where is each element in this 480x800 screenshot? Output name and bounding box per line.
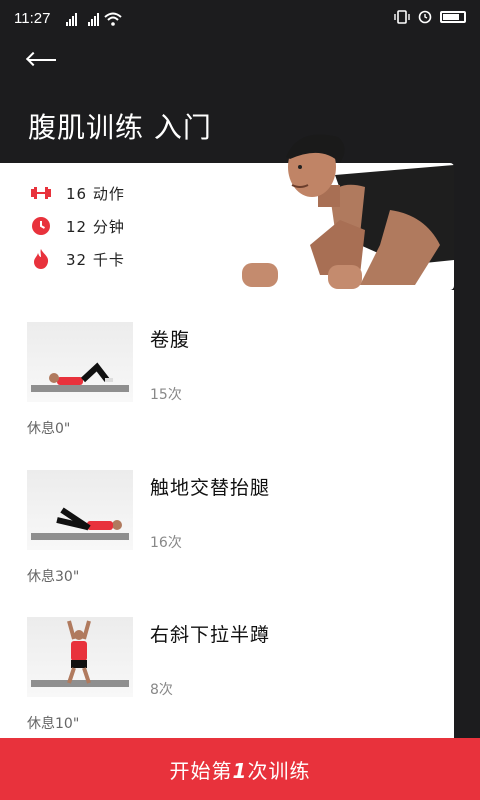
alarm-icon bbox=[418, 10, 432, 24]
hero-athlete-image bbox=[240, 125, 454, 290]
battery-icon bbox=[440, 11, 466, 23]
summary-duration-text: 12 分钟 bbox=[66, 217, 125, 236]
exercise-name: 触地交替抬腿 bbox=[150, 477, 271, 499]
vibrate-icon bbox=[394, 10, 410, 24]
exercise-thumbnail bbox=[27, 470, 133, 550]
start-training-label: 开始第1次训练 bbox=[170, 755, 311, 784]
exercise-reps: 16次 bbox=[150, 535, 182, 551]
list-item[interactable]: 右斜下拉半蹲 8次 休息10" bbox=[0, 617, 454, 757]
flame-icon bbox=[30, 248, 52, 270]
exercise-name: 卷腹 bbox=[150, 329, 191, 351]
exercise-name: 右斜下拉半蹲 bbox=[150, 624, 271, 646]
exercise-thumbnail bbox=[27, 322, 133, 402]
summary-duration: 12 分钟 bbox=[30, 213, 125, 239]
dumbbell-icon bbox=[30, 182, 52, 204]
back-arrow-icon[interactable] bbox=[26, 48, 62, 72]
page-title: 腹肌训练 入门 bbox=[28, 111, 212, 144]
wifi-icon bbox=[104, 12, 122, 26]
start-count: 1 bbox=[232, 758, 248, 783]
signal-icon bbox=[66, 12, 77, 26]
summary-moves-text: 16 动作 bbox=[66, 184, 125, 203]
summary-calories: 32 千卡 bbox=[30, 246, 125, 272]
list-item[interactable]: 触地交替抬腿 16次 休息30" bbox=[0, 470, 454, 610]
exercise-rest: 休息0" bbox=[27, 421, 71, 437]
exercise-list[interactable]: 卷腹 15次 休息0" 触地交替抬腿 16次 休息30" 右斜下拉半蹲 8次 休… bbox=[0, 290, 454, 800]
start-suffix: 次训练 bbox=[247, 758, 311, 783]
exercise-thumbnail bbox=[27, 617, 133, 697]
summary-calories-text: 32 千卡 bbox=[66, 250, 125, 269]
clock-icon bbox=[30, 215, 52, 237]
start-training-button[interactable]: 开始第1次训练 bbox=[0, 738, 480, 800]
start-prefix: 开始第 bbox=[169, 758, 233, 783]
summary-moves: 16 动作 bbox=[30, 180, 125, 206]
signal-icon-2 bbox=[88, 12, 99, 26]
list-item[interactable]: 卷腹 15次 休息0" bbox=[0, 322, 454, 462]
exercise-rest: 休息10" bbox=[27, 716, 80, 732]
status-bar: 11:27 bbox=[0, 0, 480, 38]
exercise-rest: 休息30" bbox=[27, 569, 80, 585]
status-time: 11:27 bbox=[14, 10, 51, 27]
exercise-reps: 8次 bbox=[150, 682, 173, 698]
status-right-icons bbox=[394, 10, 466, 24]
exercise-reps: 15次 bbox=[150, 387, 182, 403]
